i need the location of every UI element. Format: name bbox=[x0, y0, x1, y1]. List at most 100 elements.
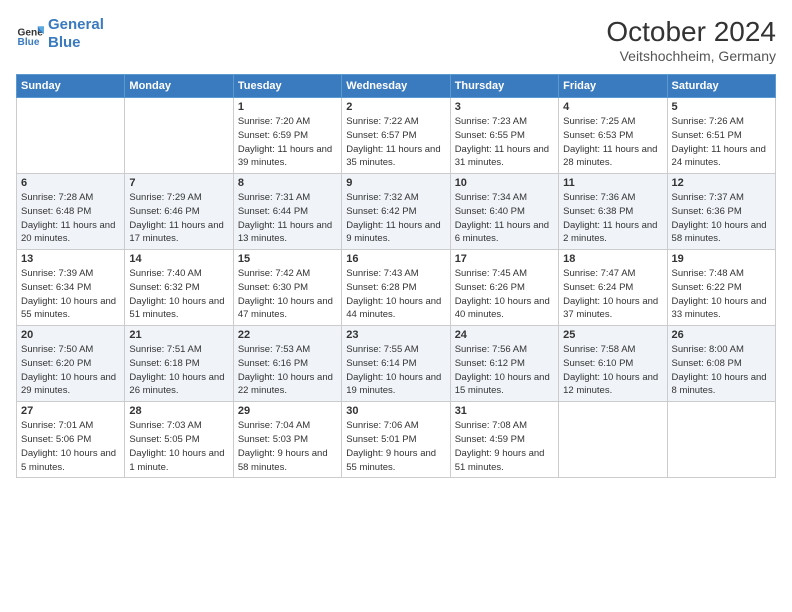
calendar-cell: 21 Sunrise: 7:51 AM Sunset: 6:18 PM Dayli… bbox=[125, 326, 233, 402]
calendar-cell: 28 Sunrise: 7:03 AM Sunset: 5:05 PM Dayli… bbox=[125, 402, 233, 478]
col-header-monday: Monday bbox=[125, 75, 233, 98]
day-number: 7 bbox=[129, 177, 228, 189]
day-number: 9 bbox=[346, 177, 445, 189]
calendar-cell: 11 Sunrise: 7:36 AM Sunset: 6:38 PM Dayli… bbox=[559, 174, 667, 250]
day-info: Sunrise: 7:26 AM Sunset: 6:51 PM Dayligh… bbox=[672, 115, 771, 170]
day-info: Sunrise: 7:42 AM Sunset: 6:30 PM Dayligh… bbox=[238, 267, 337, 322]
logo-text: General Blue bbox=[48, 16, 104, 52]
calendar-week-row: 6 Sunrise: 7:28 AM Sunset: 6:48 PM Daylig… bbox=[17, 174, 776, 250]
day-info: Sunrise: 7:31 AM Sunset: 6:44 PM Dayligh… bbox=[238, 191, 337, 246]
day-info: Sunrise: 7:23 AM Sunset: 6:55 PM Dayligh… bbox=[455, 115, 554, 170]
calendar-cell: 22Sunrise: 7:53 AM Sunset: 6:16 PM Dayli… bbox=[233, 326, 341, 402]
day-info: Sunrise: 7:56 AM Sunset: 6:12 PM Dayligh… bbox=[455, 343, 554, 398]
calendar-cell: 8 Sunrise: 7:31 AM Sunset: 6:44 PM Daylig… bbox=[233, 174, 341, 250]
calendar-cell: 17 Sunrise: 7:45 AM Sunset: 6:26 PM Dayli… bbox=[450, 250, 558, 326]
day-number: 27 bbox=[21, 405, 120, 417]
day-info: Sunrise: 7:51 AM Sunset: 6:18 PM Dayligh… bbox=[129, 343, 228, 398]
calendar-cell: 14 Sunrise: 7:40 AM Sunset: 6:32 PM Dayli… bbox=[125, 250, 233, 326]
calendar-cell: 25 Sunrise: 7:58 AM Sunset: 6:10 PM Dayli… bbox=[559, 326, 667, 402]
day-info: Sunrise: 7:01 AM Sunset: 5:06 PM Dayligh… bbox=[21, 419, 120, 474]
page-subtitle: Veitshochheim, Germany bbox=[606, 48, 776, 64]
calendar-cell: 1 Sunrise: 7:20 AM Sunset: 6:59 PM Daylig… bbox=[233, 98, 341, 174]
calendar-cell: 7 Sunrise: 7:29 AM Sunset: 6:46 PM Daylig… bbox=[125, 174, 233, 250]
day-number: 3 bbox=[455, 101, 554, 113]
calendar-cell: 13Sunrise: 7:39 AM Sunset: 6:34 PM Dayli… bbox=[17, 250, 125, 326]
day-number: 30 bbox=[346, 405, 445, 417]
calendar-cell: 31 Sunrise: 7:08 AM Sunset: 4:59 PM Dayli… bbox=[450, 402, 558, 478]
calendar-cell: 20Sunrise: 7:50 AM Sunset: 6:20 PM Dayli… bbox=[17, 326, 125, 402]
calendar-cell: 12Sunrise: 7:37 AM Sunset: 6:36 PM Dayli… bbox=[667, 174, 775, 250]
calendar-cell: 29 Sunrise: 7:04 AM Sunset: 5:03 PM Dayli… bbox=[233, 402, 341, 478]
calendar-table: SundayMondayTuesdayWednesdayThursdayFrid… bbox=[16, 74, 776, 478]
title-block: October 2024 Veitshochheim, Germany bbox=[606, 16, 776, 64]
day-number: 5 bbox=[672, 101, 771, 113]
day-number: 14 bbox=[129, 253, 228, 265]
day-number: 26 bbox=[672, 329, 771, 341]
day-info: Sunrise: 7:45 AM Sunset: 6:26 PM Dayligh… bbox=[455, 267, 554, 322]
col-header-tuesday: Tuesday bbox=[233, 75, 341, 98]
day-info: Sunrise: 7:55 AM Sunset: 6:14 PM Dayligh… bbox=[346, 343, 445, 398]
col-header-wednesday: Wednesday bbox=[342, 75, 450, 98]
day-info: Sunrise: 7:25 AM Sunset: 6:53 PM Dayligh… bbox=[563, 115, 662, 170]
col-header-saturday: Saturday bbox=[667, 75, 775, 98]
calendar-cell bbox=[559, 402, 667, 478]
day-info: Sunrise: 7:28 AM Sunset: 6:48 PM Dayligh… bbox=[21, 191, 120, 246]
calendar-cell: 16 Sunrise: 7:43 AM Sunset: 6:28 PM Dayli… bbox=[342, 250, 450, 326]
day-number: 16 bbox=[346, 253, 445, 265]
calendar-cell: 26 Sunrise: 8:00 AM Sunset: 6:08 PM Dayli… bbox=[667, 326, 775, 402]
day-info: Sunrise: 8:00 AM Sunset: 6:08 PM Dayligh… bbox=[672, 343, 771, 398]
day-info: Sunrise: 7:03 AM Sunset: 5:05 PM Dayligh… bbox=[129, 419, 228, 474]
col-header-thursday: Thursday bbox=[450, 75, 558, 98]
col-header-friday: Friday bbox=[559, 75, 667, 98]
day-number: 8 bbox=[238, 177, 337, 189]
calendar-cell: 9Sunrise: 7:32 AM Sunset: 6:42 PM Daylig… bbox=[342, 174, 450, 250]
calendar-cell: 30Sunrise: 7:06 AM Sunset: 5:01 PM Dayli… bbox=[342, 402, 450, 478]
calendar-header-row: SundayMondayTuesdayWednesdayThursdayFrid… bbox=[17, 75, 776, 98]
day-number: 15 bbox=[238, 253, 337, 265]
day-number: 1 bbox=[238, 101, 337, 113]
calendar-cell: 24Sunrise: 7:56 AM Sunset: 6:12 PM Dayli… bbox=[450, 326, 558, 402]
day-info: Sunrise: 7:40 AM Sunset: 6:32 PM Dayligh… bbox=[129, 267, 228, 322]
day-number: 28 bbox=[129, 405, 228, 417]
day-number: 23 bbox=[346, 329, 445, 341]
day-info: Sunrise: 7:20 AM Sunset: 6:59 PM Dayligh… bbox=[238, 115, 337, 170]
logo-icon: Gene Blue bbox=[16, 20, 44, 48]
calendar-cell: 15 Sunrise: 7:42 AM Sunset: 6:30 PM Dayli… bbox=[233, 250, 341, 326]
day-number: 11 bbox=[563, 177, 662, 189]
calendar-cell: 18Sunrise: 7:47 AM Sunset: 6:24 PM Dayli… bbox=[559, 250, 667, 326]
day-number: 10 bbox=[455, 177, 554, 189]
day-number: 29 bbox=[238, 405, 337, 417]
day-info: Sunrise: 7:37 AM Sunset: 6:36 PM Dayligh… bbox=[672, 191, 771, 246]
day-number: 4 bbox=[563, 101, 662, 113]
day-info: Sunrise: 7:04 AM Sunset: 5:03 PM Dayligh… bbox=[238, 419, 337, 474]
calendar-week-row: 20Sunrise: 7:50 AM Sunset: 6:20 PM Dayli… bbox=[17, 326, 776, 402]
logo: Gene Blue General Blue bbox=[16, 16, 104, 52]
day-info: Sunrise: 7:50 AM Sunset: 6:20 PM Dayligh… bbox=[21, 343, 120, 398]
day-number: 31 bbox=[455, 405, 554, 417]
calendar-week-row: 1 Sunrise: 7:20 AM Sunset: 6:59 PM Daylig… bbox=[17, 98, 776, 174]
calendar-week-row: 13Sunrise: 7:39 AM Sunset: 6:34 PM Dayli… bbox=[17, 250, 776, 326]
day-info: Sunrise: 7:29 AM Sunset: 6:46 PM Dayligh… bbox=[129, 191, 228, 246]
day-info: Sunrise: 7:39 AM Sunset: 6:34 PM Dayligh… bbox=[21, 267, 120, 322]
day-info: Sunrise: 7:36 AM Sunset: 6:38 PM Dayligh… bbox=[563, 191, 662, 246]
col-header-sunday: Sunday bbox=[17, 75, 125, 98]
day-info: Sunrise: 7:58 AM Sunset: 6:10 PM Dayligh… bbox=[563, 343, 662, 398]
day-info: Sunrise: 7:43 AM Sunset: 6:28 PM Dayligh… bbox=[346, 267, 445, 322]
calendar-cell: 3 Sunrise: 7:23 AM Sunset: 6:55 PM Daylig… bbox=[450, 98, 558, 174]
calendar-cell: 10Sunrise: 7:34 AM Sunset: 6:40 PM Dayli… bbox=[450, 174, 558, 250]
day-info: Sunrise: 7:53 AM Sunset: 6:16 PM Dayligh… bbox=[238, 343, 337, 398]
day-number: 21 bbox=[129, 329, 228, 341]
calendar-cell bbox=[667, 402, 775, 478]
day-number: 17 bbox=[455, 253, 554, 265]
day-number: 6 bbox=[21, 177, 120, 189]
svg-text:Blue: Blue bbox=[18, 37, 40, 48]
day-info: Sunrise: 7:08 AM Sunset: 4:59 PM Dayligh… bbox=[455, 419, 554, 474]
calendar-cell: 23 Sunrise: 7:55 AM Sunset: 6:14 PM Dayli… bbox=[342, 326, 450, 402]
day-info: Sunrise: 7:22 AM Sunset: 6:57 PM Dayligh… bbox=[346, 115, 445, 170]
calendar-cell: 6 Sunrise: 7:28 AM Sunset: 6:48 PM Daylig… bbox=[17, 174, 125, 250]
calendar-cell bbox=[125, 98, 233, 174]
day-number: 25 bbox=[563, 329, 662, 341]
page-title: October 2024 bbox=[606, 16, 776, 48]
day-info: Sunrise: 7:47 AM Sunset: 6:24 PM Dayligh… bbox=[563, 267, 662, 322]
day-number: 19 bbox=[672, 253, 771, 265]
